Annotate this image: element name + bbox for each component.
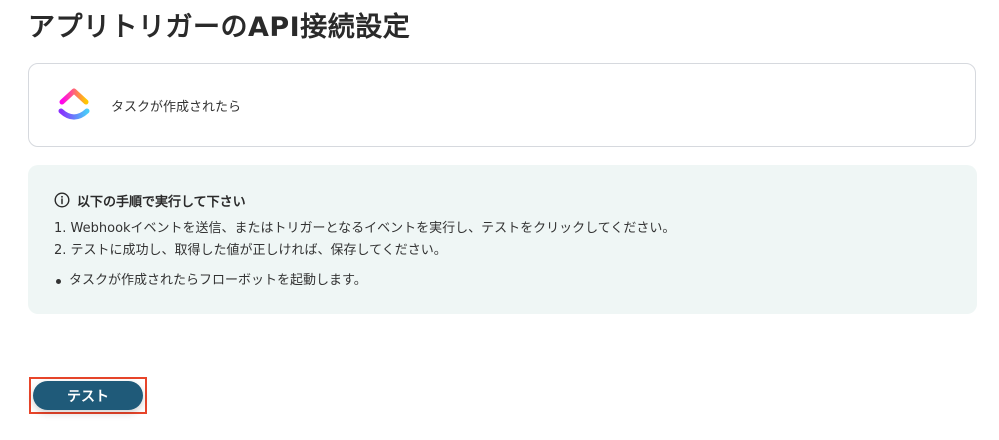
instruction-note: タスクが作成されたらフローボットを起動します。 xyxy=(54,270,977,292)
instruction-steps: 1. Webhookイベントを送信、またはトリガーとなるイベントを実行し、テスト… xyxy=(54,218,977,262)
info-icon xyxy=(54,192,70,208)
instruction-step: 2. テストに成功し、取得した値が正しければ、保存してください。 xyxy=(54,243,447,258)
clickup-logo-icon xyxy=(58,88,90,120)
trigger-label: タスクが作成されたら xyxy=(111,99,242,115)
instruction-note-text: タスクが作成されたらフローボットを起動します。 xyxy=(69,273,367,288)
trigger-card: タスクが作成されたら xyxy=(28,63,976,147)
instructions-heading: 以下の手順で実行して下さい xyxy=(54,190,977,210)
page-title: アプリトリガーのAPI接続設定 xyxy=(28,12,411,43)
test-button[interactable]: テスト xyxy=(33,381,143,410)
page: アプリトリガーのAPI接続設定 タスクが作成されたら 以下の手順で実行して下さい… xyxy=(0,0,999,440)
instruction-step: 1. Webhookイベントを送信、またはトリガーとなるイベントを実行し、テスト… xyxy=(54,221,676,236)
instructions-panel: 以下の手順で実行して下さい 1. Webhookイベントを送信、またはトリガーと… xyxy=(28,165,977,314)
instruction-notes: タスクが作成されたらフローボットを起動します。 xyxy=(54,270,977,292)
instructions-heading-text: 以下の手順で実行して下さい xyxy=(77,194,246,210)
bullet-icon xyxy=(56,278,61,284)
